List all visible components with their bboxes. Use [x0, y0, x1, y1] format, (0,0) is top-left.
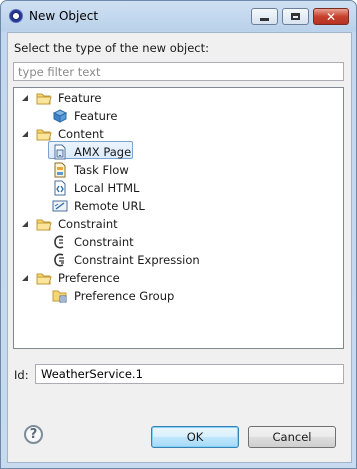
tree-item-remote-url[interactable]: Remote URL	[52, 197, 148, 215]
title-bar[interactable]: New Object ✕	[1, 1, 356, 31]
tree-item-label: Constraint Expression	[74, 253, 200, 267]
tree-item-constraint[interactable]: Constraint	[52, 233, 137, 251]
new-object-dialog: New Object ✕ Select the type of the new …	[0, 0, 357, 469]
tree-item-label: AMX Page	[74, 145, 132, 159]
tree-item-local-html[interactable]: Local HTML	[52, 179, 142, 197]
folder-icon	[36, 90, 52, 106]
expanded-triangle-icon[interactable]	[20, 94, 29, 103]
minimize-icon	[260, 18, 269, 21]
maximize-icon	[291, 13, 300, 20]
task-flow-icon	[52, 162, 68, 178]
tree-node-feature[interactable]: Feature	[20, 89, 104, 107]
tree-node-preference[interactable]: Preference	[20, 269, 123, 287]
maximize-button[interactable]	[282, 8, 309, 25]
prompt-label: Select the type of the new object:	[14, 41, 210, 55]
tree-item-label: Remote URL	[74, 199, 145, 213]
tree-item-amx-page[interactable]: AMX Page	[52, 143, 134, 161]
close-button[interactable]: ✕	[313, 8, 349, 25]
id-field[interactable]	[35, 364, 344, 384]
tree-node-label: Constraint	[58, 217, 118, 231]
feature-icon	[52, 108, 68, 124]
folder-icon	[36, 216, 52, 232]
tree-item-label: Local HTML	[74, 181, 140, 195]
preference-group-icon	[52, 288, 68, 304]
ok-button[interactable]: OK	[151, 426, 239, 448]
dialog-body: Select the type of the new object: Featu…	[7, 32, 352, 463]
local-html-icon	[52, 180, 68, 196]
help-button[interactable]: ?	[24, 425, 43, 444]
folder-icon	[36, 270, 52, 286]
tree-node-label: Preference	[58, 271, 120, 285]
expanded-triangle-icon[interactable]	[20, 220, 29, 229]
close-icon: ✕	[325, 9, 337, 24]
help-icon: ?	[29, 427, 38, 442]
constraint-expression-icon	[52, 252, 68, 268]
folder-icon	[36, 126, 52, 142]
cancel-button[interactable]: Cancel	[248, 426, 336, 448]
amx-page-icon	[52, 144, 68, 160]
minimize-button[interactable]	[251, 8, 278, 25]
tree-item-task-flow[interactable]: Task Flow	[52, 161, 132, 179]
tree-node-content[interactable]: Content	[20, 125, 107, 143]
eclipse-app-icon	[9, 9, 23, 23]
remote-url-icon	[52, 198, 68, 214]
tree-item-constraint-expression[interactable]: Constraint Expression	[52, 251, 203, 269]
id-label: Id:	[14, 368, 29, 382]
window-title: New Object	[29, 9, 99, 23]
tree-item-label: Preference Group	[74, 289, 175, 303]
tree-item-feature[interactable]: Feature	[52, 107, 120, 125]
filter-input[interactable]	[13, 62, 344, 81]
tree-node-label: Content	[58, 127, 104, 141]
expanded-triangle-icon[interactable]	[20, 130, 29, 139]
expanded-triangle-icon[interactable]	[20, 274, 29, 283]
object-type-tree[interactable]: Feature Feature Content AMX Page Task Fl…	[13, 87, 344, 349]
constraint-icon	[52, 234, 68, 250]
tree-node-label: Feature	[58, 91, 102, 105]
tree-item-label: Constraint	[74, 235, 134, 249]
tree-item-label: Task Flow	[74, 163, 129, 177]
tree-item-preference-group[interactable]: Preference Group	[52, 287, 177, 305]
tree-node-constraint[interactable]: Constraint	[20, 215, 121, 233]
tree-item-label: Feature	[74, 109, 118, 123]
